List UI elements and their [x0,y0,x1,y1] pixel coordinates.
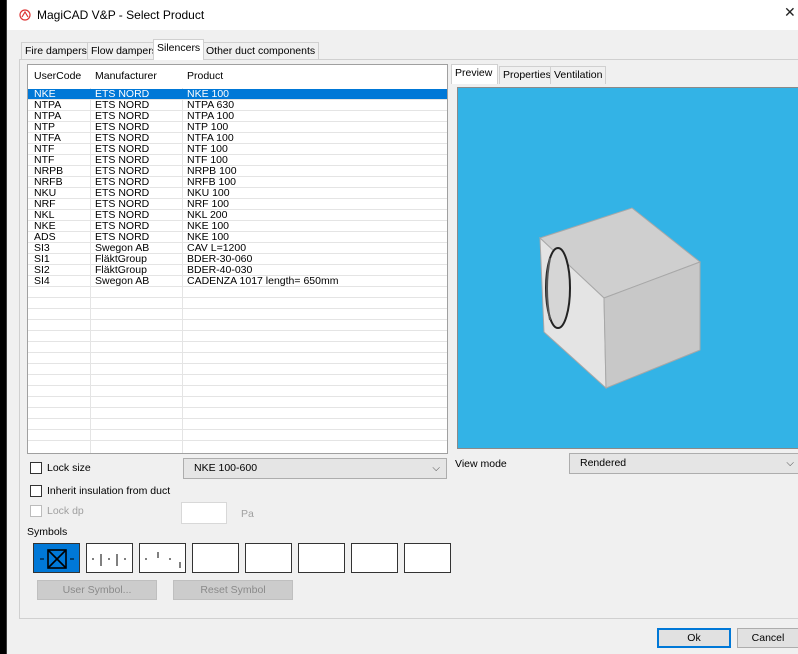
symbol-box-2[interactable] [86,543,133,573]
row-divider [28,440,447,441]
lock-size-checkbox[interactable] [30,462,42,474]
size-select[interactable]: NKE 100-600 ⌵ [183,458,447,479]
symbol-box-8[interactable] [404,543,451,573]
tab-preview[interactable]: Preview [451,64,498,84]
silencer-symbol-icon [40,549,74,569]
dp-unit-label: Pa [241,508,254,520]
tab-silencers[interactable]: Silencers [153,39,205,60]
view-mode-select[interactable]: Rendered ⌵ [569,453,798,474]
title-bar: MagiCAD V&P - Select Product ✕ [7,0,798,30]
symbol-box-7[interactable] [351,543,398,573]
column-header-product[interactable]: Product [183,65,223,88]
tab-properties[interactable]: Properties [499,66,555,84]
magicad-app-icon [19,9,31,21]
lock-dp-checkbox[interactable] [30,505,42,517]
symbol-variant-icon [145,552,181,568]
dp-input[interactable] [181,502,227,524]
select-product-dialog: MagiCAD V&P - Select Product ✕ Fire damp… [6,0,798,654]
tab-ventilation[interactable]: Ventilation [550,66,607,84]
window-title: MagiCAD V&P - Select Product [37,8,205,22]
grid-header: UserCode Manufacturer Product [28,65,447,88]
chevron-down-icon: ⌵ [432,463,440,474]
chevron-down-icon: ⌵ [786,458,794,469]
column-header-manufacturer[interactable]: Manufacturer [91,65,157,88]
close-icon[interactable]: ✕ [784,4,798,21]
lock-size-label: Lock size [47,462,91,474]
symbol-box-3[interactable] [139,543,186,573]
symbols-label: Symbols [27,526,68,538]
symbol-box-1[interactable] [33,543,80,573]
inherit-insulation-checkbox[interactable] [30,485,42,497]
column-header-usercode[interactable]: UserCode [30,65,81,88]
symbol-box-6[interactable] [298,543,345,573]
product-grid[interactable]: UserCode Manufacturer Product NKE ETS NOR… [27,64,448,454]
silencer-3d-render [539,207,702,390]
tab-fire-dampers[interactable]: Fire dampers [21,42,91,59]
view-mode-value: Rendered [580,457,627,469]
inherit-insulation-label: Inherit insulation from duct [47,485,171,497]
cancel-button[interactable]: Cancel [737,628,798,648]
user-symbol-button[interactable]: User Symbol... [37,580,157,600]
preview-viewport[interactable] [457,87,798,449]
symbol-box-4[interactable] [192,543,239,573]
lock-dp-label: Lock dp [47,505,84,517]
symbol-variant-icon [92,554,126,566]
view-mode-label: View mode [455,458,507,470]
reset-symbol-button[interactable]: Reset Symbol [173,580,293,600]
tab-flow-dampers[interactable]: Flow dampers [87,42,161,59]
tab-other-duct-components[interactable]: Other duct components [202,42,320,59]
symbol-box-5[interactable] [245,543,292,573]
ok-button[interactable]: Ok [657,628,731,648]
size-select-value: NKE 100-600 [194,462,258,474]
